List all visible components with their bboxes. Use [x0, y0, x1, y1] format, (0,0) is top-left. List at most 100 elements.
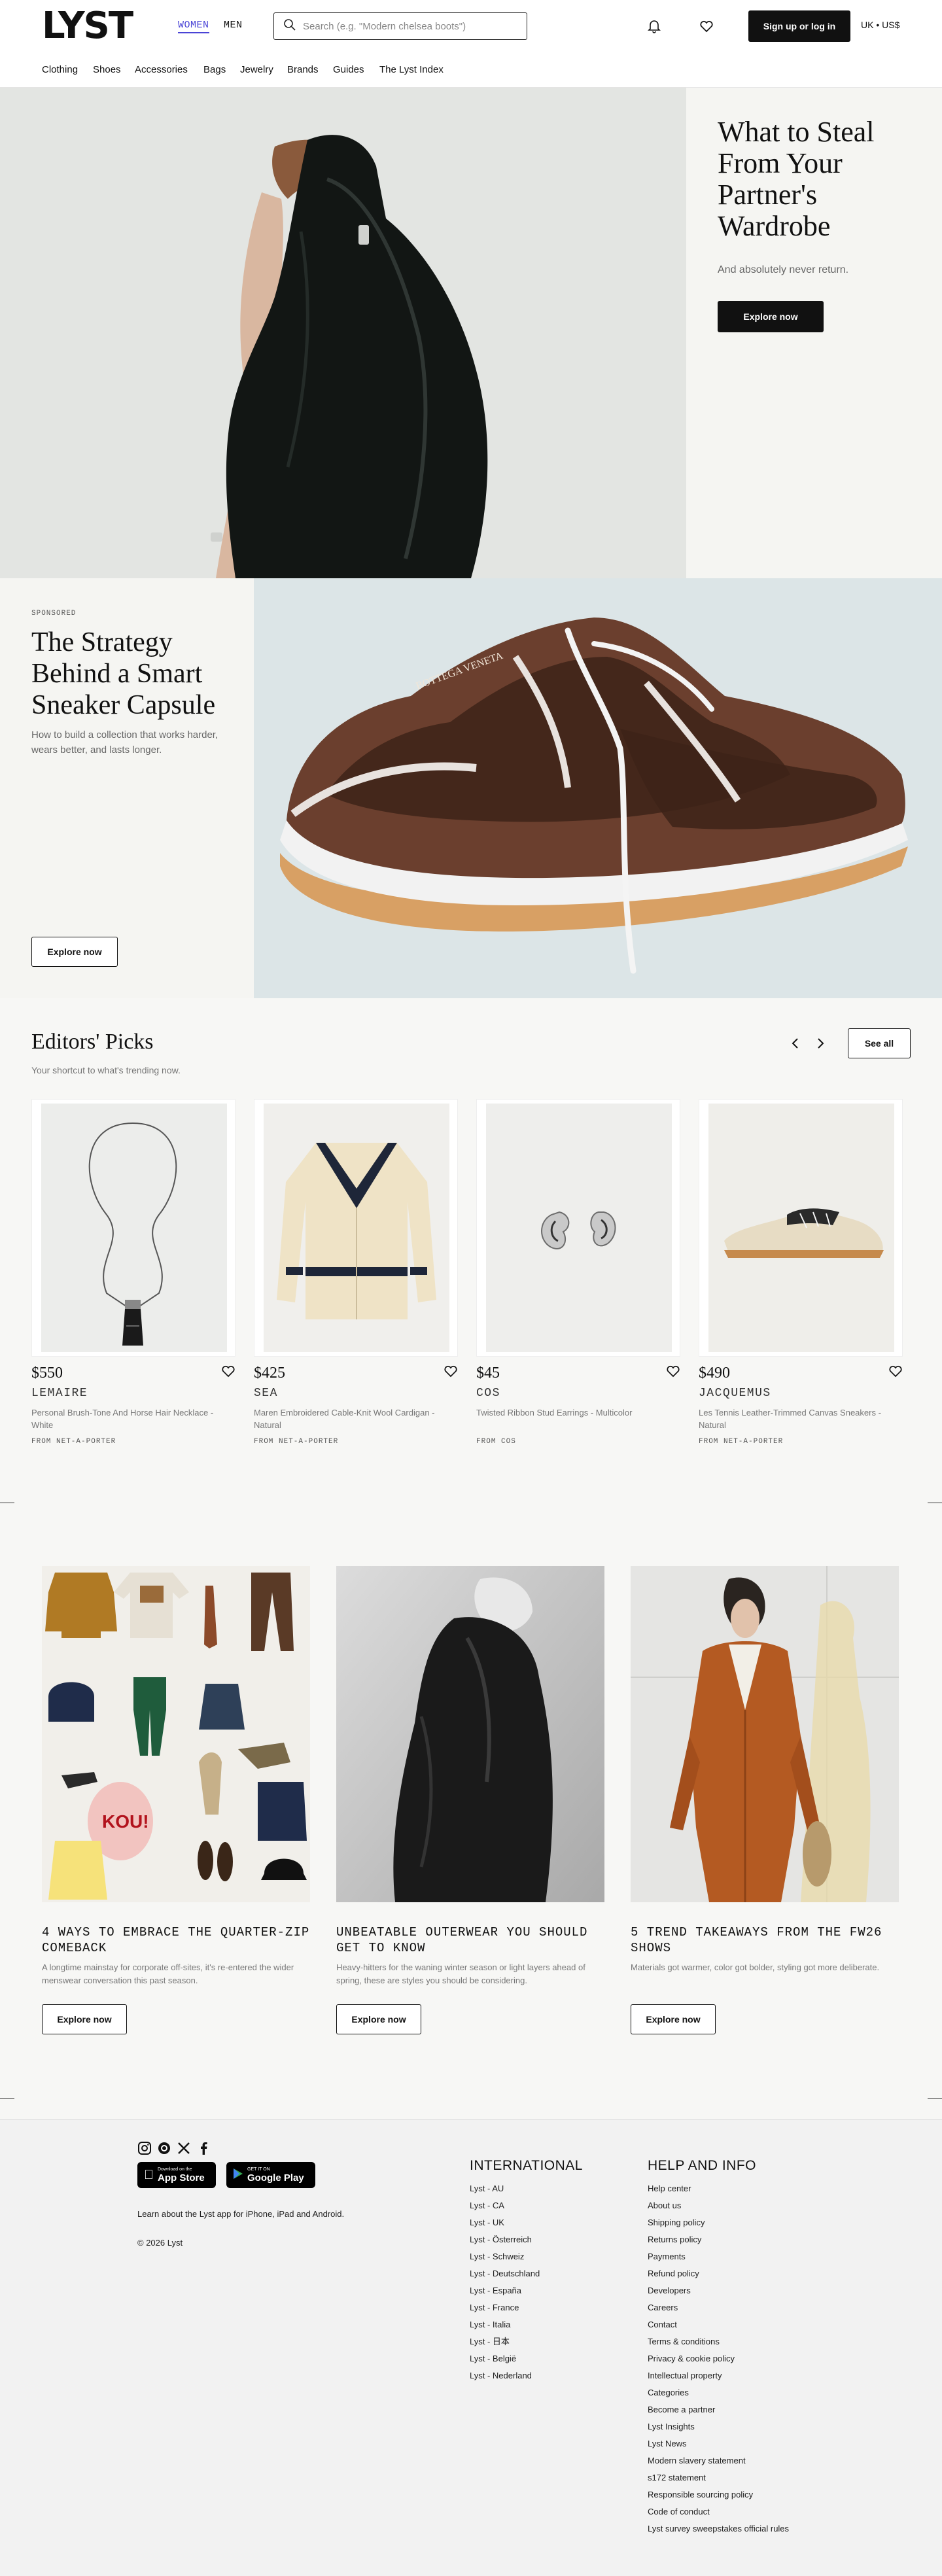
nav-jewelry[interactable]: Jewelry [240, 64, 273, 75]
signup-button[interactable]: Sign up or log in [748, 10, 850, 42]
gender-men-link[interactable]: MEN [224, 20, 243, 31]
help-link[interactable]: Careers [648, 2299, 789, 2316]
lyst-logo[interactable]: LYST [42, 8, 133, 44]
search-input[interactable] [303, 20, 512, 32]
product-brand[interactable]: SEA [254, 1387, 278, 1400]
hero-image-leather-jacket[interactable] [0, 88, 686, 578]
help-link[interactable]: Returns policy [648, 2231, 789, 2248]
heart-icon[interactable] [888, 1365, 903, 1381]
help-link[interactable]: Terms & conditions [648, 2333, 789, 2350]
hero-image-sneaker[interactable]: BOTTEGA VENETA [254, 578, 942, 998]
intl-link[interactable]: Lyst - UK [470, 2214, 540, 2231]
editorial-explore-button[interactable]: Explore now [631, 2004, 716, 2034]
intl-link[interactable]: Lyst - France [470, 2299, 540, 2316]
heart-icon[interactable] [221, 1365, 236, 1381]
product-name[interactable]: Twisted Ribbon Stud Earrings - Multicolo… [476, 1406, 680, 1419]
intl-link[interactable]: Lyst - Nederland [470, 2367, 540, 2384]
hero-explore-button[interactable]: Explore now [718, 301, 824, 332]
product-card[interactable]: $45 COS Twisted Ribbon Stud Earrings - M… [476, 1099, 680, 1446]
intl-link[interactable]: Lyst - België [470, 2350, 540, 2367]
editorial-image-runway[interactable] [631, 1566, 899, 1902]
see-all-button[interactable]: See all [848, 1028, 911, 1058]
help-link[interactable]: Contact [648, 2316, 789, 2333]
search-box[interactable] [273, 12, 527, 40]
currency-selector[interactable]: UK • US$ [861, 20, 899, 30]
editorial-explore-button[interactable]: Explore now [336, 2004, 421, 2034]
threads-icon[interactable] [157, 2141, 171, 2155]
chevron-right-icon[interactable] [811, 1034, 831, 1053]
product-image-earrings[interactable] [476, 1099, 680, 1357]
editorial-description: A longtime mainstay for corporate off-si… [42, 1962, 294, 1985]
nav-shoes[interactable]: Shoes [93, 64, 121, 75]
help-link[interactable]: Modern slavery statement [648, 2452, 789, 2469]
editorial-image-menswear-flatlay[interactable]: KOU! [42, 1566, 310, 1902]
intl-link[interactable]: Lyst - Italia [470, 2316, 540, 2333]
editorial-title[interactable]: UNBEATABLE OUTERWEAR YOU SHOULD GET TO K… [336, 1924, 604, 1956]
help-link[interactable]: Developers [648, 2282, 789, 2299]
product-card[interactable]: $490 JACQUEMUS Les Tennis Leather-Trimme… [699, 1099, 903, 1446]
product-image-cardigan[interactable] [254, 1099, 458, 1357]
instagram-icon[interactable] [137, 2141, 152, 2155]
nav-lyst-index[interactable]: The Lyst Index [379, 64, 444, 75]
product-card[interactable]: $425 SEA Maren Embroidered Cable-Knit Wo… [254, 1099, 458, 1446]
heart-icon[interactable] [444, 1365, 458, 1381]
facebook-icon[interactable] [196, 2141, 211, 2155]
product-card[interactable]: $550 LEMAIRE Personal Brush-Tone And Hor… [31, 1099, 236, 1446]
help-link[interactable]: Responsible sourcing policy [648, 2486, 789, 2503]
app-store-small-text: Download on the [148, 2167, 192, 2172]
sneaker-explore-button[interactable]: Explore now [31, 937, 118, 967]
nav-brands[interactable]: Brands [287, 64, 319, 75]
help-link[interactable]: Lyst News [648, 2435, 789, 2452]
help-link[interactable]: Become a partner [648, 2401, 789, 2418]
editorial-explore-button[interactable]: Explore now [42, 2004, 127, 2034]
editorial-card-quarter-zip[interactable]: KOU! 4 WAYS TO EMBRACE THE QUARTER-ZIP C… [42, 1566, 310, 2034]
intl-link[interactable]: Lyst - Österreich [470, 2231, 540, 2248]
product-brand[interactable]: JACQUEMUS [699, 1387, 771, 1400]
product-brand[interactable]: COS [476, 1387, 500, 1400]
help-link[interactable]: Code of conduct [648, 2503, 789, 2520]
help-link[interactable]: Shipping policy [648, 2214, 789, 2231]
app-info-text[interactable]: Learn about the Lyst app for iPhone, iPa… [137, 2209, 344, 2219]
editorial-image-outerwear[interactable] [336, 1566, 604, 1902]
intl-link[interactable]: Lyst - 日本 [470, 2333, 540, 2350]
chevron-left-icon[interactable] [785, 1034, 805, 1053]
product-name[interactable]: Les Tennis Leather-Trimmed Canvas Sneake… [699, 1406, 903, 1431]
intl-link[interactable]: Lyst - AU [470, 2180, 540, 2197]
help-link[interactable]: Privacy & cookie policy [648, 2350, 789, 2367]
nav-bags[interactable]: Bags [203, 64, 226, 75]
gender-women-link[interactable]: WOMEN [178, 20, 209, 33]
product-image-sneakers[interactable] [699, 1099, 903, 1357]
app-store-badge[interactable]:  Download on the App Store [137, 2162, 216, 2188]
heart-icon[interactable] [696, 16, 717, 37]
product-image-necklace[interactable] [31, 1099, 236, 1357]
help-link[interactable]: Refund policy [648, 2265, 789, 2282]
editorial-title[interactable]: 5 TREND TAKEAWAYS FROM THE FW26 SHOWS [631, 1924, 899, 1956]
nav-guides[interactable]: Guides [333, 64, 364, 75]
editorial-card-fw26[interactable]: 5 TREND TAKEAWAYS FROM THE FW26 SHOWS Ma… [631, 1566, 899, 2034]
help-link[interactable]: About us [648, 2197, 789, 2214]
help-link[interactable]: Lyst Insights [648, 2418, 789, 2435]
x-icon[interactable] [177, 2141, 191, 2155]
app-store-text: App Store [148, 2172, 205, 2184]
help-link[interactable]: s172 statement [648, 2469, 789, 2486]
help-link[interactable]: Help center [648, 2180, 789, 2197]
product-brand[interactable]: LEMAIRE [31, 1387, 88, 1400]
intl-link[interactable]: Lyst - Deutschland [470, 2265, 540, 2282]
help-link[interactable]: Intellectual property [648, 2367, 789, 2384]
intl-link[interactable]: Lyst - CA [470, 2197, 540, 2214]
intl-link[interactable]: Lyst - Schweiz [470, 2248, 540, 2265]
product-price: $490 [699, 1365, 730, 1382]
help-link[interactable]: Payments [648, 2248, 789, 2265]
heart-icon[interactable] [666, 1365, 680, 1381]
product-name[interactable]: Maren Embroidered Cable-Knit Wool Cardig… [254, 1406, 458, 1431]
help-link[interactable]: Lyst survey sweepstakes official rules [648, 2520, 789, 2537]
intl-link[interactable]: Lyst - España [470, 2282, 540, 2299]
nav-clothing[interactable]: Clothing [42, 64, 78, 75]
editorial-card-outerwear[interactable]: UNBEATABLE OUTERWEAR YOU SHOULD GET TO K… [336, 1566, 604, 2034]
nav-accessories[interactable]: Accessories [135, 64, 188, 75]
google-play-badge[interactable]: GET IT ON Google Play [226, 2162, 315, 2188]
help-link[interactable]: Categories [648, 2384, 789, 2401]
bell-icon[interactable] [644, 16, 665, 37]
editorial-title[interactable]: 4 WAYS TO EMBRACE THE QUARTER-ZIP COMEBA… [42, 1924, 310, 1956]
product-name[interactable]: Personal Brush-Tone And Horse Hair Neckl… [31, 1406, 236, 1431]
